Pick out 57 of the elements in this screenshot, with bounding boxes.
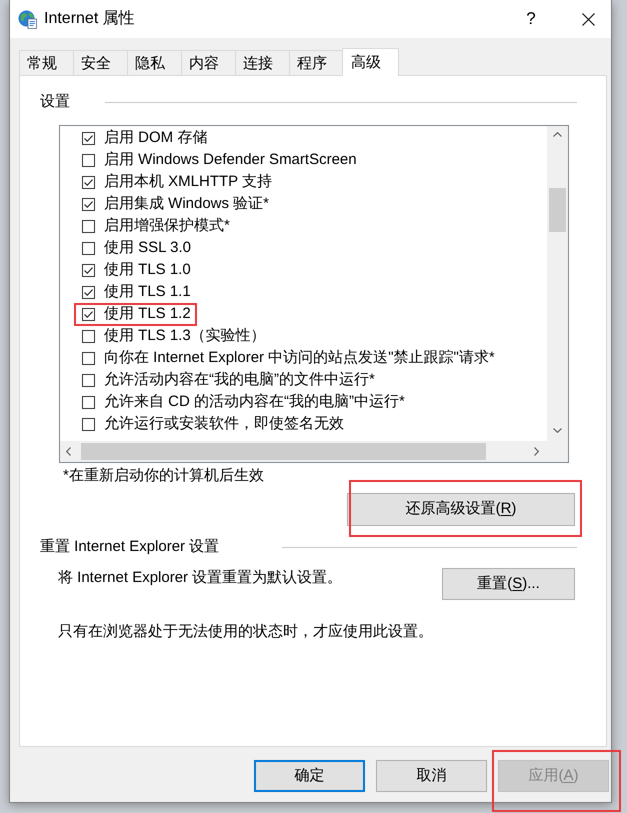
option-label: 启用 Windows Defender SmartScreen <box>104 150 357 170</box>
option-label: 使用 TLS 1.2 <box>104 304 191 324</box>
option-label: 启用 DOM 存储 <box>104 128 208 148</box>
checkmark-icon <box>84 178 93 186</box>
vertical-scrollbar[interactable] <box>547 126 568 441</box>
chevron-down-icon[interactable] <box>553 428 562 433</box>
checkbox[interactable] <box>82 242 95 254</box>
checkbox[interactable] <box>82 352 95 364</box>
option-label: 启用本机 XMLHTTP 支持 <box>104 172 272 192</box>
checkbox[interactable] <box>82 176 95 188</box>
reset-button[interactable]: 重置(S)... <box>442 568 575 600</box>
chevron-up-icon[interactable] <box>553 132 562 137</box>
checkbox[interactable] <box>82 396 95 408</box>
tab[interactable]: 常规 <box>19 50 74 75</box>
checkmark-icon <box>84 134 93 142</box>
option-label: 使用 TLS 1.0 <box>104 260 191 280</box>
scrollbar-thumb[interactable] <box>81 443 486 460</box>
checkbox[interactable] <box>82 330 95 342</box>
chevron-left-icon[interactable] <box>66 447 71 456</box>
option-label: 向你在 Internet Explorer 中访问的站点发送"禁止跟踪"请求* <box>104 348 495 368</box>
dialog-button[interactable]: 取消 <box>376 760 487 792</box>
group-title: 重置 Internet Explorer 设置 <box>40 537 220 557</box>
reset-note: 只有在浏览器处于无法使用的状态时，才应使用此设置。 <box>58 622 433 642</box>
group-title: 设置 <box>40 92 70 112</box>
checkbox[interactable] <box>82 220 95 232</box>
globe-page-icon <box>18 10 37 28</box>
checkbox[interactable] <box>82 132 95 144</box>
option-label: 使用 SSL 3.0 <box>104 238 191 258</box>
reset-description: 将 Internet Explorer 设置重置为默认设置。 <box>58 568 342 588</box>
checkmark-icon <box>84 200 93 208</box>
checkbox[interactable] <box>82 418 95 430</box>
close-icon <box>582 12 594 26</box>
restart-note: *在重新启动你的计算机后生效 <box>63 466 264 486</box>
checkbox[interactable] <box>82 198 95 210</box>
option-label: 允许运行或安装软件，即使签名无效 <box>104 414 344 434</box>
tab[interactable]: 高级 <box>342 48 399 76</box>
option-label: 使用 TLS 1.3（实验性） <box>104 326 266 346</box>
checkbox[interactable] <box>82 374 95 386</box>
checkbox[interactable] <box>82 286 95 298</box>
option-label: 使用 TLS 1.1 <box>104 282 191 302</box>
horizontal-scrollbar[interactable] <box>60 441 547 462</box>
option-label: 允许活动内容在“我的电脑”的文件中运行* <box>104 370 375 390</box>
option-label: 启用集成 Windows 验证* <box>104 194 270 214</box>
window-title: Internet 属性 <box>44 9 135 29</box>
checkmark-icon <box>84 288 93 296</box>
scrollbar-thumb[interactable] <box>549 188 566 232</box>
dialog-button[interactable]: 确定 <box>254 760 365 792</box>
option-label: 启用增强保护模式* <box>104 216 230 236</box>
checkbox[interactable] <box>82 308 95 320</box>
chevron-right-icon[interactable] <box>534 447 539 456</box>
option-label: 允许来自 CD 的活动内容在“我的电脑”中运行* <box>104 392 405 412</box>
help-button[interactable]: ? <box>516 0 546 38</box>
checkmark-icon <box>84 266 93 274</box>
checkmark-icon <box>84 310 93 318</box>
checkbox[interactable] <box>82 154 95 166</box>
restore-advanced-button[interactable]: 还原高级设置(R) <box>347 493 575 526</box>
checkbox[interactable] <box>82 264 95 276</box>
